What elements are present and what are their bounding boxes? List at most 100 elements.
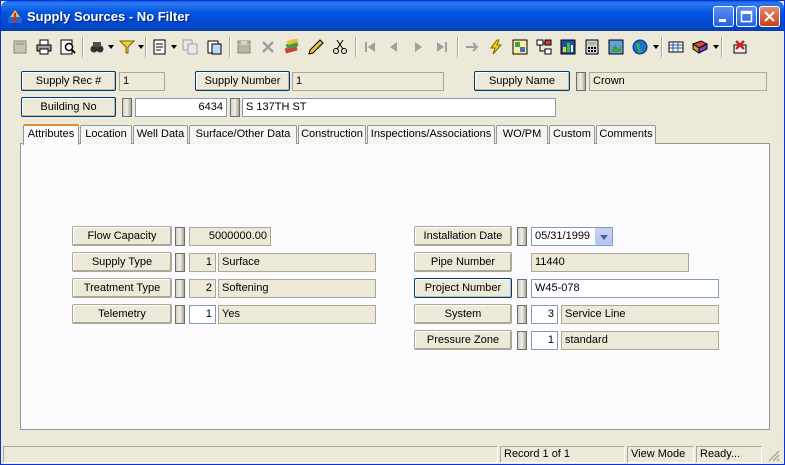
pencil-button[interactable] xyxy=(305,36,327,58)
print-preview-icon xyxy=(60,39,76,55)
tab-construction[interactable]: Construction xyxy=(298,125,366,144)
map-icon xyxy=(512,39,528,55)
first-record-button[interactable] xyxy=(359,36,381,58)
exit-icon xyxy=(733,40,747,54)
supply-type-code-field: 1 xyxy=(189,253,216,272)
minimize-button[interactable] xyxy=(713,6,734,27)
supply-type-field: Surface xyxy=(218,253,376,272)
telemetry-button[interactable]: Telemetry xyxy=(72,304,172,324)
spreadsheet-icon xyxy=(668,41,684,53)
tab-well-data[interactable]: Well Data xyxy=(133,125,188,144)
telemetry-code-input[interactable]: 1 xyxy=(189,305,216,324)
edit-button[interactable] xyxy=(281,36,303,58)
globe-icon xyxy=(632,39,648,55)
tab-attributes[interactable]: Attributes xyxy=(23,124,79,145)
tab-custom[interactable]: Custom xyxy=(549,125,595,144)
status-bar: Record 1 of 1 View Mode Ready... xyxy=(1,444,784,464)
new-record-icon xyxy=(13,40,27,54)
report-icon xyxy=(153,39,166,55)
treatment-type-button[interactable]: Treatment Type xyxy=(72,278,172,298)
pipe-number-button[interactable]: Pipe Number xyxy=(414,252,512,272)
supply-name-button[interactable]: Supply Name xyxy=(474,71,570,91)
copy-button[interactable] xyxy=(179,36,201,58)
supply-number-field: 1 xyxy=(292,72,444,91)
installation-date-value: 05/31/1999 xyxy=(535,230,591,242)
project-number-button[interactable]: Project Number xyxy=(414,278,512,298)
resize-grip-icon[interactable] xyxy=(768,450,780,462)
cut-icon xyxy=(333,39,347,54)
tab-surface-other-data[interactable]: Surface/Other Data xyxy=(189,125,297,144)
pressure-zone-button[interactable]: Pressure Zone xyxy=(414,330,512,350)
supply-rec-field: 1 xyxy=(119,72,165,91)
project-number-input[interactable]: W45-078 xyxy=(531,279,719,298)
tab-inspections-associations[interactable]: Inspections/Associations xyxy=(367,125,495,144)
filter-button[interactable] xyxy=(116,36,138,58)
globe-button[interactable] xyxy=(629,36,651,58)
tab-comments[interactable]: Comments xyxy=(596,125,656,144)
lightning-icon xyxy=(490,39,503,55)
gis-button[interactable] xyxy=(605,36,627,58)
save-button[interactable] xyxy=(233,36,255,58)
minimize-icon xyxy=(719,19,726,22)
supply-type-lock-indicator xyxy=(175,253,185,272)
pressure-zone-field: standard xyxy=(561,331,719,350)
next-record-button[interactable] xyxy=(407,36,429,58)
tab-location[interactable]: Location xyxy=(80,125,132,144)
print-button[interactable] xyxy=(33,36,55,58)
building-no-button[interactable]: Building No xyxy=(21,97,116,117)
save-icon xyxy=(237,40,251,54)
system-button[interactable]: System xyxy=(414,304,512,324)
maximize-icon xyxy=(740,10,753,23)
pipe-number-field: 11440 xyxy=(531,253,689,272)
supply-rec-button[interactable]: Supply Rec # xyxy=(21,71,116,91)
status-message xyxy=(3,446,498,463)
treatment-type-lock-indicator xyxy=(175,279,185,298)
calculator-icon xyxy=(585,39,599,55)
paste-button[interactable] xyxy=(203,36,225,58)
spreadsheet-button[interactable] xyxy=(665,36,687,58)
map-button[interactable] xyxy=(509,36,531,58)
last-record-button[interactable] xyxy=(431,36,453,58)
network-icon xyxy=(536,39,552,55)
telemetry-lock-indicator xyxy=(175,305,185,324)
lightning-button[interactable] xyxy=(485,36,507,58)
cut-button[interactable] xyxy=(329,36,351,58)
calculator-button[interactable] xyxy=(581,36,603,58)
app-window: Supply Sources - No Filter Supply Rec # … xyxy=(0,0,785,465)
paste-icon xyxy=(207,40,222,55)
chart-button[interactable] xyxy=(557,36,579,58)
gis-icon xyxy=(608,39,624,55)
goto-button[interactable] xyxy=(461,36,483,58)
installation-date-lock-indicator xyxy=(517,227,527,246)
exit-button[interactable] xyxy=(729,36,751,58)
street-input[interactable]: S 137TH ST xyxy=(242,98,556,117)
new-record-button[interactable] xyxy=(9,36,31,58)
system-code-input[interactable]: 3 xyxy=(531,305,558,324)
supply-number-button[interactable]: Supply Number xyxy=(195,71,290,91)
maximize-button[interactable] xyxy=(736,6,757,27)
flow-capacity-lock-indicator xyxy=(175,227,185,246)
supply-type-button[interactable]: Supply Type xyxy=(72,252,172,272)
installation-date-button[interactable]: Installation Date xyxy=(414,226,512,246)
chevron-down-icon[interactable] xyxy=(595,228,612,245)
print-preview-button[interactable] xyxy=(57,36,79,58)
flow-capacity-button[interactable]: Flow Capacity xyxy=(72,226,172,246)
building-no-input[interactable]: 6434 xyxy=(135,98,227,117)
chart-icon xyxy=(560,39,576,55)
close-button[interactable] xyxy=(759,6,780,27)
search-button[interactable] xyxy=(86,36,108,58)
supply-name-lock-indicator xyxy=(576,72,586,91)
delete-button[interactable] xyxy=(257,36,279,58)
tab-wo-pm[interactable]: WO/PM xyxy=(496,125,548,144)
system-lock-indicator xyxy=(517,305,527,324)
goto-icon xyxy=(466,42,479,52)
book-button[interactable] xyxy=(689,36,711,58)
supply-name-field: Crown xyxy=(589,72,767,91)
network-button[interactable] xyxy=(533,36,555,58)
title-bar[interactable]: Supply Sources - No Filter xyxy=(1,1,784,31)
report-button[interactable] xyxy=(149,36,171,58)
delete-icon xyxy=(262,41,274,53)
previous-record-button[interactable] xyxy=(383,36,405,58)
next-record-icon xyxy=(415,42,422,52)
pressure-zone-code-input[interactable]: 1 xyxy=(531,331,558,350)
